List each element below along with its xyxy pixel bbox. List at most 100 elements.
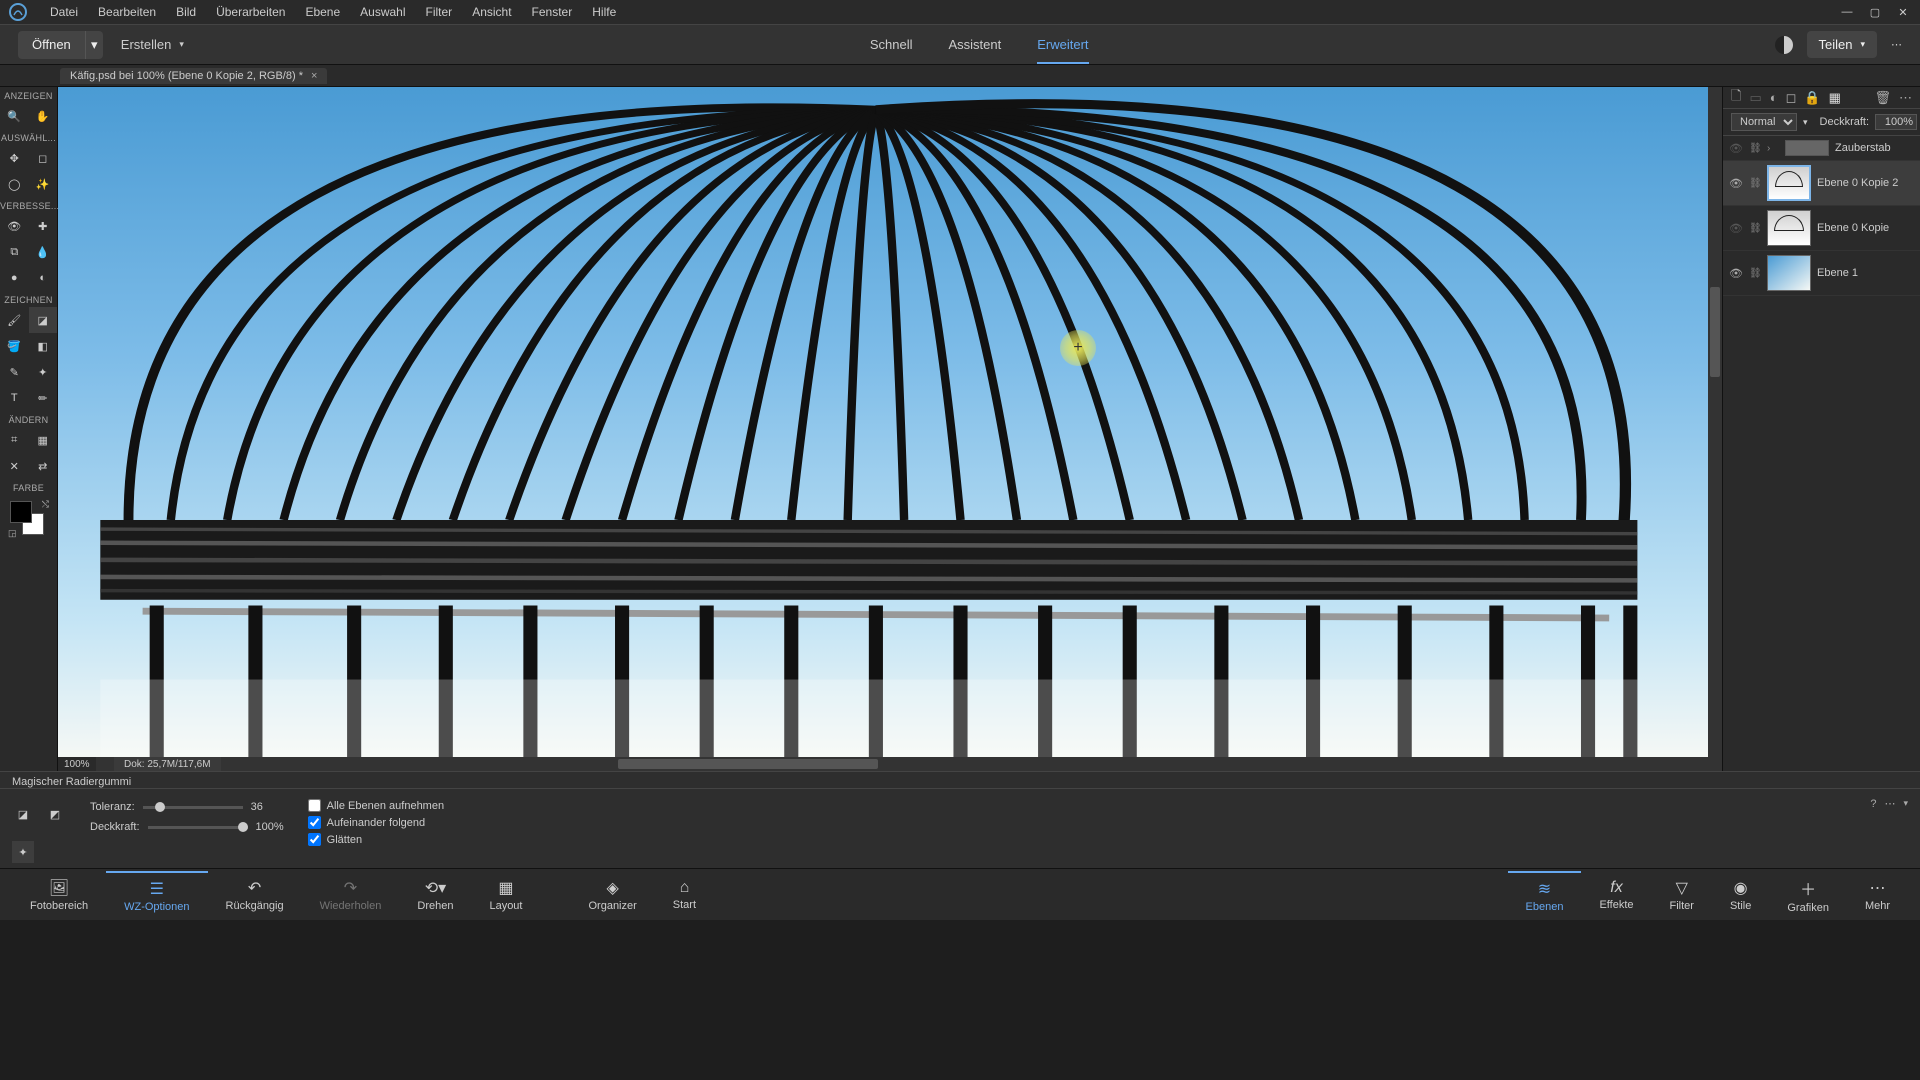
vertical-scrollbar[interactable] xyxy=(1708,87,1722,757)
gradient-tool-icon[interactable]: ◧ xyxy=(29,333,58,359)
wand-tool-icon[interactable]: ✨ xyxy=(29,171,58,197)
pencil-tool-icon[interactable]: ✏ xyxy=(29,385,58,411)
close-icon[interactable]: × xyxy=(311,70,317,82)
scrollbar-thumb[interactable] xyxy=(1710,287,1720,377)
window-maximize-button[interactable]: ▢ xyxy=(1864,4,1886,20)
visibility-toggle-icon[interactable]: 👁 xyxy=(1729,267,1743,280)
brush-tool-icon[interactable]: 🖌 xyxy=(0,307,29,333)
link-icon[interactable]: ⛓ xyxy=(1749,143,1761,154)
straighten-tool-icon[interactable]: ✕ xyxy=(0,453,29,479)
panel-layout[interactable]: ▦Layout xyxy=(471,874,540,916)
layer-row[interactable]: 👁 ⛓ Ebene 1 xyxy=(1723,251,1920,296)
hand-tool-icon[interactable]: ✋ xyxy=(29,103,58,129)
checkbox[interactable] xyxy=(308,799,321,812)
tolerance-slider[interactable] xyxy=(143,806,243,809)
checkbox[interactable] xyxy=(308,816,321,829)
crop-tool-icon[interactable]: ⌗ xyxy=(0,427,29,453)
checkbox[interactable] xyxy=(308,833,321,846)
layer-row[interactable]: 👁 ⛓ Ebene 0 Kopie 2 xyxy=(1723,161,1920,206)
mask-icon[interactable]: ◻ xyxy=(1786,90,1797,106)
chevron-down-icon[interactable]: ▾ xyxy=(1903,798,1908,809)
lasso-tool-icon[interactable]: ◯ xyxy=(0,171,29,197)
menu-hilfe[interactable]: Hilfe xyxy=(582,1,626,23)
blend-mode-select[interactable]: Normal xyxy=(1731,113,1797,131)
delete-layer-icon[interactable]: 🗑 xyxy=(1874,90,1891,106)
mask-row[interactable]: 👁 ⛓ › Zauberstab xyxy=(1723,136,1920,161)
zoom-tool-icon[interactable]: 🔍 xyxy=(0,103,29,129)
swap-colors-icon[interactable]: ⤭ xyxy=(42,499,49,510)
content-move-tool-icon[interactable]: ⇄ xyxy=(29,453,58,479)
text-tool-icon[interactable]: T xyxy=(0,385,29,411)
overflow-menu-icon[interactable]: ⋯ xyxy=(1899,90,1912,106)
menu-bild[interactable]: Bild xyxy=(166,1,206,23)
window-minimize-button[interactable]: — xyxy=(1836,4,1858,20)
lock-icon[interactable]: 🔒 xyxy=(1804,90,1820,106)
layer-row[interactable]: 👁 ⛓ Ebene 0 Kopie xyxy=(1723,206,1920,251)
blur-tool-icon[interactable]: 💧 xyxy=(29,239,58,265)
bucket-tool-icon[interactable]: 🪣 xyxy=(0,333,29,359)
eyedropper-tool-icon[interactable]: ✎ xyxy=(0,359,29,385)
panel-ebenen[interactable]: ≋Ebenen xyxy=(1508,871,1582,917)
marquee-tool-icon[interactable]: ◻ xyxy=(29,145,58,171)
menu-bearbeiten[interactable]: Bearbeiten xyxy=(88,1,166,23)
panel-filter[interactable]: ▽Filter xyxy=(1652,874,1712,916)
link-icon[interactable]: ⛓ xyxy=(1749,178,1761,189)
menu-fenster[interactable]: Fenster xyxy=(522,1,583,23)
color-swatch[interactable]: ⤭ ◲ xyxy=(8,499,49,539)
sponge-tool-icon[interactable]: ● xyxy=(0,265,29,291)
panel-stile[interactable]: ◉Stile xyxy=(1712,874,1769,916)
foreground-color-swatch[interactable] xyxy=(10,501,32,523)
share-button[interactable]: Teilen ▾ xyxy=(1807,31,1878,58)
opacity-slider[interactable] xyxy=(148,826,248,829)
layer-group-icon[interactable]: ▭ xyxy=(1749,90,1761,106)
panel-wz-optionen[interactable]: ☰WZ-Optionen xyxy=(106,871,207,917)
layer-opacity-input[interactable] xyxy=(1875,114,1917,130)
document-tab[interactable]: Käfig.psd bei 100% (Ebene 0 Kopie 2, RGB… xyxy=(60,68,327,84)
eye-tool-icon[interactable]: 👁 xyxy=(0,213,29,239)
menu-ansicht[interactable]: Ansicht xyxy=(462,1,521,23)
visibility-toggle-icon[interactable]: 👁 xyxy=(1729,222,1743,235)
layer-fx-icon[interactable]: ▦ xyxy=(1829,90,1841,106)
menu-ebene[interactable]: Ebene xyxy=(295,1,350,23)
menu-ueberarbeiten[interactable]: Überarbeiten xyxy=(206,1,295,23)
eraser-tool-icon[interactable]: ◪ xyxy=(29,307,58,333)
help-icon[interactable]: ? xyxy=(1870,798,1876,810)
move-tool-icon[interactable]: ✥ xyxy=(0,145,29,171)
overflow-menu-icon[interactable]: ⋯ xyxy=(1891,38,1902,51)
mode-tab-expert[interactable]: Erweitert xyxy=(1019,25,1106,64)
panel-fotobereich[interactable]: 🖼Fotobereich xyxy=(12,874,106,916)
link-icon[interactable]: ⛓ xyxy=(1749,268,1761,279)
visibility-toggle-icon[interactable]: 👁 xyxy=(1729,177,1743,190)
panel-organizer[interactable]: ◈Organizer xyxy=(570,874,654,916)
menu-filter[interactable]: Filter xyxy=(416,1,463,23)
new-layer-icon[interactable]: 🗋 xyxy=(1731,87,1741,109)
theme-toggle-icon[interactable] xyxy=(1775,36,1793,54)
open-button[interactable]: Öffnen ▾ xyxy=(18,31,103,59)
scrollbar-thumb[interactable] xyxy=(618,759,878,769)
panel-mehr[interactable]: ⋯Mehr xyxy=(1847,874,1908,916)
panel-start[interactable]: ⌂Start xyxy=(655,875,714,915)
menu-datei[interactable]: Datei xyxy=(40,1,88,23)
window-close-button[interactable]: ✕ xyxy=(1892,4,1914,20)
recompose-tool-icon[interactable]: ▦ xyxy=(29,427,58,453)
open-dropdown-icon[interactable]: ▾ xyxy=(85,31,103,59)
zoom-readout[interactable]: 100% xyxy=(58,757,96,771)
create-button[interactable]: Erstellen ▾ xyxy=(121,37,184,52)
panel-redo[interactable]: ↷Wiederholen xyxy=(302,874,400,916)
panel-undo[interactable]: ↶Rückgängig xyxy=(208,874,302,916)
visibility-toggle-icon[interactable]: 👁 xyxy=(1729,142,1743,155)
clone-tool-icon[interactable]: ⧉ xyxy=(0,239,29,265)
check-all-layers[interactable]: Alle Ebenen aufnehmen xyxy=(308,799,444,812)
check-smooth[interactable]: Glätten xyxy=(308,833,444,846)
panel-grafiken[interactable]: ＋Grafiken xyxy=(1769,872,1847,918)
heal-tool-icon[interactable]: ✚ xyxy=(29,213,58,239)
menu-auswahl[interactable]: Auswahl xyxy=(350,1,415,23)
panel-effekte[interactable]: fxEffekte xyxy=(1581,875,1651,915)
check-contiguous[interactable]: Aufeinander folgend xyxy=(308,816,444,829)
shape-tool-icon[interactable]: ✦ xyxy=(29,359,58,385)
link-icon[interactable]: ⛓ xyxy=(1749,223,1761,234)
mode-tab-assistant[interactable]: Assistent xyxy=(931,25,1020,64)
eraser-variant-3-icon[interactable]: ✦ xyxy=(12,841,34,863)
eraser-variant-1-icon[interactable]: ◪ xyxy=(12,803,34,825)
overflow-menu-icon[interactable]: ⋯ xyxy=(1884,797,1895,810)
